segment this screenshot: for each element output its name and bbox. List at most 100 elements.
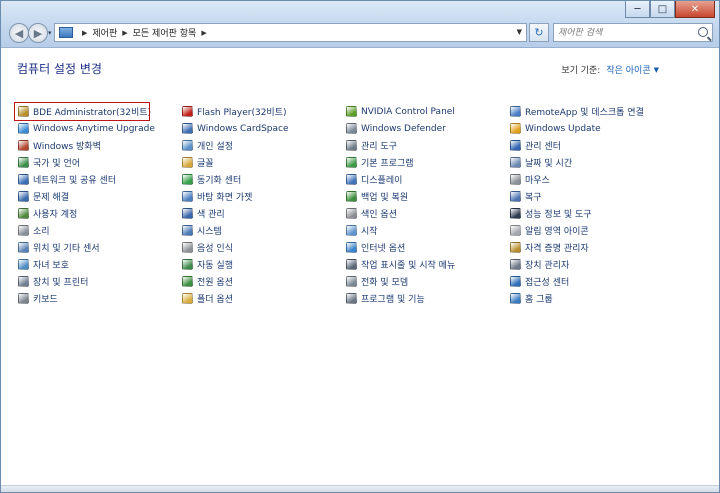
control-panel-item-label: NVIDIA Control Panel [361,106,455,117]
control-panel-item[interactable]: 키보드 [15,290,179,307]
maximize-button[interactable]: □ [650,1,675,18]
power-options-icon [182,276,193,287]
breadcrumb-all-items[interactable]: 모든 제어판 항목 [133,26,197,39]
control-panel-item[interactable]: 문제 해결 [15,188,179,205]
phone-modem-icon [346,276,357,287]
control-panel-item[interactable]: 관리 도구 [343,137,507,154]
control-panel-item[interactable]: 마우스 [507,171,705,188]
control-panel-item[interactable]: 장치 및 프린터 [15,273,179,290]
taskbar-start-icon [346,259,357,270]
control-panel-item-label: Flash Player(32비트) [197,108,287,118]
refresh-button[interactable]: ↻ [529,23,549,42]
control-panel-item[interactable]: 프로그램 및 기능 [343,290,507,307]
control-panel-item[interactable]: 작업 표시줄 및 시작 메뉴 [343,256,507,273]
control-panel-item-label: 장치 및 프린터 [33,278,89,288]
control-panel-item[interactable]: 국가 및 언어 [15,154,179,171]
control-panel-item[interactable]: 개인 설정 [179,137,343,154]
recent-pages-dropdown[interactable]: ▾ [48,29,52,37]
default-programs-icon [346,157,357,168]
control-panel-item[interactable]: 사용자 계정 [15,205,179,222]
sound-icon [18,225,29,236]
desktop-gadgets-icon [182,191,193,202]
control-panel-item[interactable]: NVIDIA Control Panel [343,103,507,120]
breadcrumb-separator[interactable]: ▶ [82,29,87,37]
breadcrumb-control-panel[interactable]: 제어판 [92,26,117,39]
breadcrumb-separator[interactable]: ▶ [201,29,206,37]
control-panel-item[interactable]: Windows Anytime Upgrade [15,120,179,137]
control-panel-item[interactable]: 네트워크 및 공유 센터 [15,171,179,188]
address-dropdown[interactable]: ▼ [517,28,522,36]
control-panel-item[interactable]: 색인 옵션 [343,205,507,222]
control-panel-item[interactable]: 색 관리 [179,205,343,222]
close-button[interactable]: ✕ [675,1,715,18]
control-panel-item[interactable]: Windows Defender [343,120,507,137]
control-panel-item-label: Windows Defender [361,123,446,134]
control-panel-item[interactable]: 동기화 센터 [179,171,343,188]
search-input[interactable] [558,27,694,38]
control-panel-item-label: 작업 표시줄 및 시작 메뉴 [361,261,456,271]
control-panel-item[interactable]: Windows 방화벽 [15,137,179,154]
minimize-button[interactable]: ─ [625,1,650,18]
control-panel-item[interactable]: 전화 및 모뎀 [343,273,507,290]
search-box[interactable] [553,23,713,42]
breadcrumb-separator[interactable]: ▶ [122,29,127,37]
address-bar[interactable]: ▶ 제어판 ▶ 모든 제어판 항목 ▶ ▼ [54,23,527,42]
control-panel-item[interactable]: 복구 [507,188,705,205]
control-panel-item[interactable]: 바탕 화면 가젯 [179,188,343,205]
windows-update-icon [510,123,521,134]
control-panel-item[interactable]: 위치 및 기타 센서 [15,239,179,256]
control-panel-icon [59,27,73,38]
control-panel-item[interactable]: 자녀 보호 [15,256,179,273]
control-panel-item-label: 국가 및 언어 [33,159,81,169]
control-panel-item[interactable]: 소리 [15,222,179,239]
view-by-dropdown[interactable]: 작은 아이콘 [606,63,650,76]
control-panel-item[interactable]: 성능 정보 및 도구 [507,205,705,222]
performance-icon [510,208,521,219]
control-panel-item[interactable]: 기본 프로그램 [343,154,507,171]
fonts-icon [182,157,193,168]
sync-center-icon [182,174,193,185]
control-panel-item-label: 백업 및 복원 [361,193,409,203]
control-panel-item-label: 자동 실행 [197,261,233,271]
search-icon[interactable] [698,27,708,37]
control-panel-item[interactable]: Flash Player(32비트) [179,103,343,120]
control-panel-item[interactable]: BDE Administrator(32비트) [14,102,151,121]
control-panel-item[interactable]: 디스플레이 [343,171,507,188]
control-panel-item[interactable]: Windows Update [507,120,705,137]
notification-icons-icon [510,225,521,236]
devices-printers-icon [18,276,29,287]
speech-recognition-icon [182,242,193,253]
page-title: 컴퓨터 설정 변경 [17,62,102,76]
control-panel-item-label: 관리 도구 [361,142,397,152]
control-panel-item[interactable]: 음성 인식 [179,239,343,256]
control-panel-item[interactable]: 알림 영역 아이콘 [507,222,705,239]
control-panel-item[interactable]: 시작 [343,222,507,239]
control-panel-item[interactable]: 장치 관리자 [507,256,705,273]
control-panel-item[interactable]: 날짜 및 시간 [507,154,705,171]
control-panel-item[interactable]: 홈 그룹 [507,290,705,307]
control-panel-item[interactable]: 폴더 옵션 [179,290,343,307]
control-panel-window: ─ □ ✕ ◀ ▶ ▾ ▶ 제어판 ▶ 모든 제어판 항목 ▶ ▼ ↻ 컴퓨터 … [0,0,720,493]
internet-options-icon [346,242,357,253]
control-panel-item[interactable]: 전원 옵션 [179,273,343,290]
forward-button[interactable]: ▶ [28,23,48,43]
back-button[interactable]: ◀ [9,23,29,43]
control-panel-item-label: 글꼴 [197,159,214,169]
control-panel-item[interactable]: 자동 실행 [179,256,343,273]
control-panel-item[interactable]: Windows CardSpace [179,120,343,137]
control-panel-item[interactable]: 접근성 센터 [507,273,705,290]
programs-features-icon [346,293,357,304]
control-panel-item-label: Windows Update [525,123,601,134]
control-panel-item[interactable]: 글꼴 [179,154,343,171]
view-by-label: 보기 기준: [561,66,601,76]
control-panel-item[interactable]: RemoteApp 및 데스크톱 연결 [507,103,705,120]
backup-restore-icon [346,191,357,202]
control-panel-item[interactable]: 시스템 [179,222,343,239]
control-panel-item-label: 개인 설정 [197,142,233,152]
control-panel-item-label: 색 관리 [197,210,225,220]
chevron-down-icon[interactable]: ▼ [654,66,659,74]
control-panel-item[interactable]: 자격 증명 관리자 [507,239,705,256]
control-panel-item[interactable]: 인터넷 옵션 [343,239,507,256]
control-panel-item[interactable]: 백업 및 복원 [343,188,507,205]
control-panel-item[interactable]: 관리 센터 [507,137,705,154]
